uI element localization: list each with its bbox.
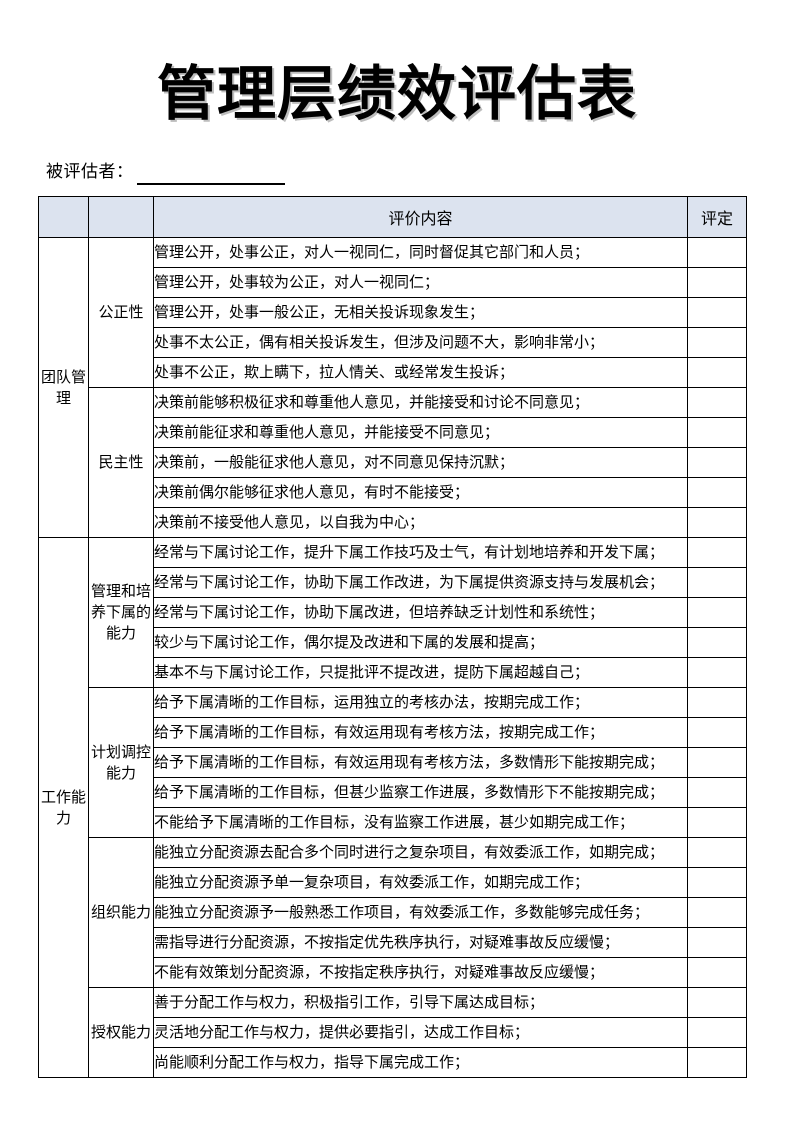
criterion-description: 决策前不接受他人意见，以自我为中心； [153,507,688,538]
score-input-cell[interactable] [687,807,747,838]
table-row: 团队管理 公正性 管理公开，处事公正，对人一视同仁，同时督促其它部门和人员； [38,237,747,538]
score-input-cell[interactable] [687,927,747,958]
score-input-cell[interactable] [687,537,747,568]
score-input-cell[interactable] [687,1047,747,1078]
table-header-row: 评价内容 评定 [38,196,747,238]
score-input-cell[interactable] [687,447,747,478]
score-input-cell[interactable] [687,687,747,718]
header-category [38,196,89,238]
category-cell: 工作能力 [38,537,89,1078]
score-input-cell[interactable] [687,657,747,688]
criterion-description: 管理公开，处事较为公正，对人一视同仁； [153,267,688,298]
score-input-cell[interactable] [687,477,747,508]
criterion-description: 处事不太公正，偶有相关投诉发生，但涉及问题不大，影响非常小； [153,327,688,358]
criterion-description: 较少与下属讨论工作，偶尔提及改进和下属的发展和提高； [153,627,688,658]
score-input-cell[interactable] [687,417,747,448]
criterion-description: 决策前能够积极征求和尊重他人意见，并能接受和讨论不同意见； [153,387,688,418]
document-page: 管理层绩效评估表 被评估者： 评价内容 评定 团队管理 公正性 管理公开，处事公正，… [0,0,794,1123]
header-subcategory [88,196,154,238]
score-input-cell[interactable] [687,567,747,598]
criterion-description: 给予下属清晰的工作目标，运用独立的考核办法，按期完成工作； [153,687,688,718]
subject-label: 被评估者： [46,162,134,182]
criterion-description: 灵活地分配工作与权力，提供必要指引，达成工作目标； [153,1017,688,1048]
score-input-cell[interactable] [687,897,747,928]
score-input-cell[interactable] [687,777,747,808]
criterion-description: 给予下属清晰的工作目标，但甚少监察工作进展，多数情形下不能按期完成； [153,777,688,808]
criterion-description: 决策前，一般能征求他人意见，对不同意见保持沉默； [153,447,688,478]
table-row: 工作能力 管理和培养下属的能力 经常与下属讨论工作，提升下属工作技巧及士气，有计划地… [38,537,747,1078]
criterion-description: 经常与下属讨论工作，协助下属工作改进，为下属提供资源支持与发展机会； [153,567,688,598]
subject-line: 被评估者： [46,159,285,185]
criterion-description: 处事不公正，欺上瞒下，拉人情关、或经常发生投诉； [153,357,688,388]
subcategory-cell: 组织能力 [88,837,154,988]
page-title: 管理层绩效评估表 [156,59,637,128]
score-input-cell[interactable] [687,237,747,268]
criterion-description: 尚能顺利分配工作与权力，指导下属完成工作； [153,1047,688,1078]
criterion-description: 基本不与下属讨论工作，只提批评不提改进，提防下属超越自己； [153,657,688,688]
criterion-description: 经常与下属讨论工作，协助下属改进，但培养缺乏计划性和系统性； [153,597,688,628]
header-content: 评价内容 [153,196,688,238]
table-row: 组织能力 能独立分配资源去配合多个同时进行之复杂项目，有效委派工作，如期完成； [39,837,747,988]
score-input-cell[interactable] [687,387,747,418]
score-input-cell[interactable] [687,837,747,868]
criterion-description: 能独立分配资源予一般熟悉工作项目，有效委派工作，多数能够完成任务； [153,897,688,928]
subcategory-cell: 授权能力 [88,987,154,1078]
subcategory-cell: 计划调控能力 [88,687,154,838]
criterion-description: 经常与下属讨论工作，提升下属工作技巧及士气，有计划地培养和开发下属； [153,537,688,568]
criterion-description: 决策前偶尔能够征求他人意见，有时不能接受； [153,477,688,508]
table-row: 计划调控能力 给予下属清晰的工作目标，运用独立的考核办法，按期完成工作； [39,687,747,838]
criterion-description: 给予下属清晰的工作目标，有效运用现有考核方法，多数情形下能按期完成； [153,747,688,778]
criterion-description: 不能给予下属清晰的工作目标，没有监察工作进展，甚少如期完成工作； [153,807,688,838]
subject-input-blank[interactable] [136,164,285,185]
score-input-cell[interactable] [687,1017,747,1048]
subcategory-cell: 管理和培养下属的能力 [88,537,154,688]
table-row: 授权能力 善于分配工作与权力，积极指引工作，引导下属达成目标； [39,987,747,1078]
subcategory-cell: 民主性 [88,387,154,538]
score-input-cell[interactable] [687,327,747,358]
criterion-description: 能独立分配资源予单一复杂项目，有效委派工作，如期完成工作； [153,867,688,898]
criterion-description: 善于分配工作与权力，积极指引工作，引导下属达成目标； [153,987,688,1018]
evaluation-table: 评价内容 评定 团队管理 公正性 管理公开，处事公正，对人一视同仁，同时督促其它部门… [38,196,747,1078]
criterion-description: 不能有效策划分配资源，不按指定秩序执行，对疑难事故反应缓慢； [153,957,688,988]
criterion-description: 管理公开，处事一般公正，无相关投诉现象发生； [153,297,688,328]
category-cell: 团队管理 [38,237,89,538]
score-input-cell[interactable] [687,717,747,748]
criterion-description: 需指导进行分配资源，不按指定优先秩序执行，对疑难事故反应缓慢； [153,927,688,958]
score-input-cell[interactable] [687,987,747,1018]
criterion-description: 管理公开，处事公正，对人一视同仁，同时督促其它部门和人员； [153,237,688,268]
criterion-description: 决策前能征求和尊重他人意见，并能接受不同意见； [153,417,688,448]
score-input-cell[interactable] [687,747,747,778]
table-row: 民主性 决策前能够积极征求和尊重他人意见，并能接受和讨论不同意见； [39,387,747,538]
header-score: 评定 [687,196,747,238]
score-input-cell[interactable] [687,627,747,658]
score-input-cell[interactable] [687,597,747,628]
score-input-cell[interactable] [687,357,747,388]
criterion-description: 给予下属清晰的工作目标，有效运用现有考核方法，按期完成工作； [153,717,688,748]
score-input-cell[interactable] [687,507,747,538]
score-input-cell[interactable] [687,957,747,988]
score-input-cell[interactable] [687,267,747,298]
criterion-description: 能独立分配资源去配合多个同时进行之复杂项目，有效委派工作，如期完成； [153,837,688,868]
subcategory-cell: 公正性 [88,237,154,388]
score-input-cell[interactable] [687,867,747,898]
score-input-cell[interactable] [687,297,747,328]
